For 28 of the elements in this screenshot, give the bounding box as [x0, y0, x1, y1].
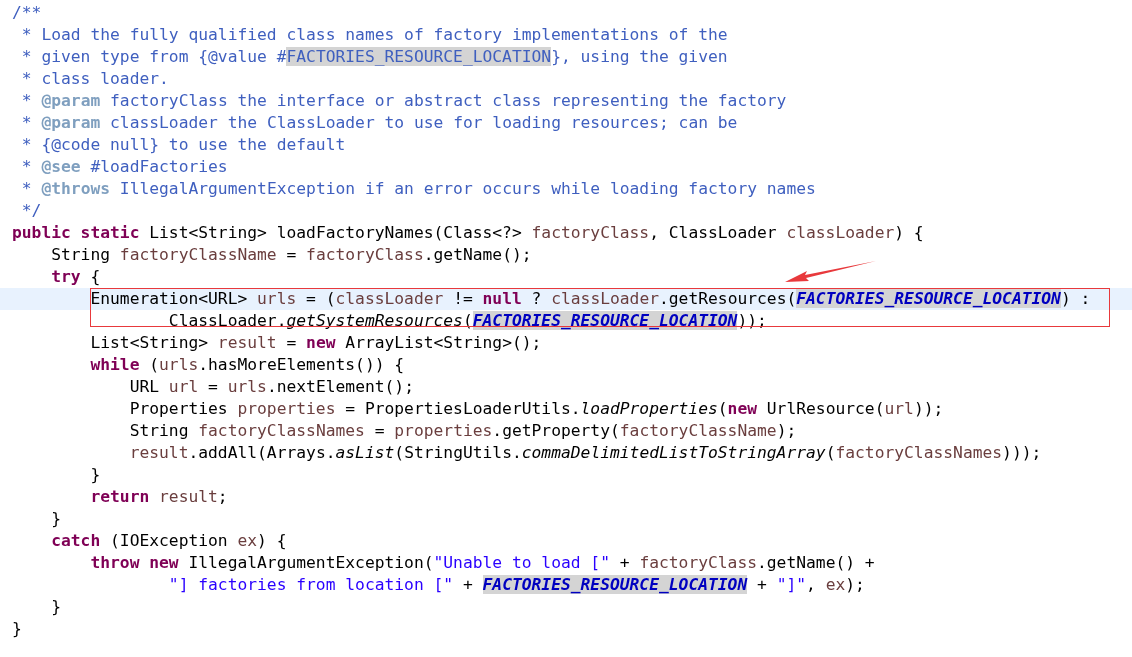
code-line: Properties properties = PropertiesLoaderUtils.loadProperties(new UrlResource(url)); — [128, 398, 944, 420]
code-line: "] factories from location [" + FACTORIES_RESOURCE_LOCATION + "]", ex); — [167, 574, 865, 596]
code-line: * {@code null} to use the default — [20, 134, 346, 156]
code-line: return result; — [89, 486, 228, 508]
code-line: result.addAll(Arrays.asList(StringUtils.commaDelimitedListToStringArray(factoryClassNames))); — [128, 442, 1042, 464]
code-line: /** — [12, 2, 42, 24]
code-line: } — [50, 596, 61, 618]
code-line: String factoryClassName = factoryClass.getName(); — [50, 244, 532, 266]
code-line: */ — [20, 200, 42, 222]
code-line: Enumeration<URL> urls = (classLoader != null ? classLoader.getResources(FACTORIES_RESOURCE_LOCATION) : — [89, 288, 1091, 310]
code-line: throw new IllegalArgumentException("Unable to load [" + factoryClass.getName() + — [89, 552, 875, 574]
code-line: * Load the fully qualified class names of factory implementations of the — [20, 24, 728, 46]
code-line: URL url = urls.nextElement(); — [128, 376, 414, 398]
code-line: try { — [50, 266, 101, 288]
code-line: * given type from {@value #FACTORIES_RESOURCE_LOCATION}, using the given — [20, 46, 728, 68]
code-line: } — [89, 464, 101, 486]
code-line: * @throws IllegalArgumentException if an error occurs while loading factory names — [20, 178, 816, 200]
code-line: while (urls.hasMoreElements()) { — [89, 354, 405, 376]
code-line: public static List<String> loadFactoryNames(Class<?> factoryClass, ClassLoader classLoader) { — [12, 222, 924, 244]
code-line: * @param factoryClass the interface or abstract class representing the factory — [20, 90, 787, 112]
code-line: * @param classLoader the ClassLoader to use for loading resources; can be — [20, 112, 738, 134]
code-line: } — [12, 618, 22, 640]
code-line: } — [50, 508, 61, 530]
code-line: catch (IOException ex) { — [50, 530, 287, 552]
code-line: * class loader. — [20, 68, 169, 90]
code-line: List<String> result = new ArrayList<String>(); — [89, 332, 542, 354]
code-line: String factoryClassNames = properties.getProperty(factoryClassName); — [128, 420, 797, 442]
code-line: * @see #loadFactories — [20, 156, 228, 178]
